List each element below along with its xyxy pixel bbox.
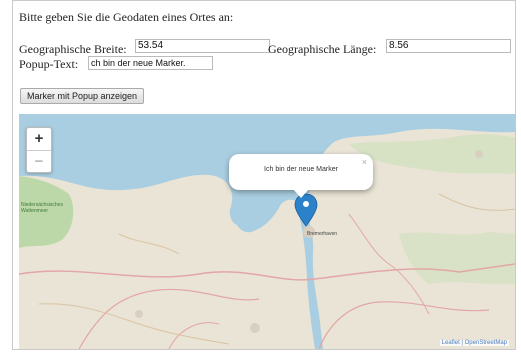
map-attribution[interactable]: Leaflet | OpenStreetMap (439, 340, 509, 346)
zoom-in-button[interactable]: + (27, 128, 51, 150)
marker-city-label: Bremerhaven (307, 231, 338, 237)
intro-text: Bitte geben Sie die Geodaten eines Ortes… (19, 10, 234, 24)
popup-tip (293, 189, 309, 198)
wadden-sea-label: Niedersächsisches Wattenmeer (21, 202, 63, 214)
latitude-label: Geographische Breite: (19, 42, 127, 56)
show-marker-button[interactable]: Marker mit Popup anzeigen (20, 88, 145, 104)
popup-text-input[interactable]: ch bin der neue Marker. (88, 56, 213, 70)
zoom-out-button[interactable]: − (27, 150, 51, 173)
longitude-label: Geographische Länge: (268, 42, 377, 56)
popup-text-label: Popup-Text: (19, 57, 79, 71)
page-frame: Bitte geben Sie die Geodaten eines Ortes… (12, 0, 516, 350)
longitude-input[interactable]: 8.56 (386, 39, 511, 53)
latitude-input[interactable]: 53.54 (135, 39, 270, 53)
zoom-control: + − (26, 127, 52, 173)
map-view[interactable]: Bremerhaven Niedersächsisches Wattenmeer… (19, 114, 515, 349)
popup-text: Ich bin der neue Marker (264, 166, 338, 173)
marker-popup: × Ich bin der neue Marker (229, 154, 373, 190)
map-tiles (19, 114, 515, 349)
